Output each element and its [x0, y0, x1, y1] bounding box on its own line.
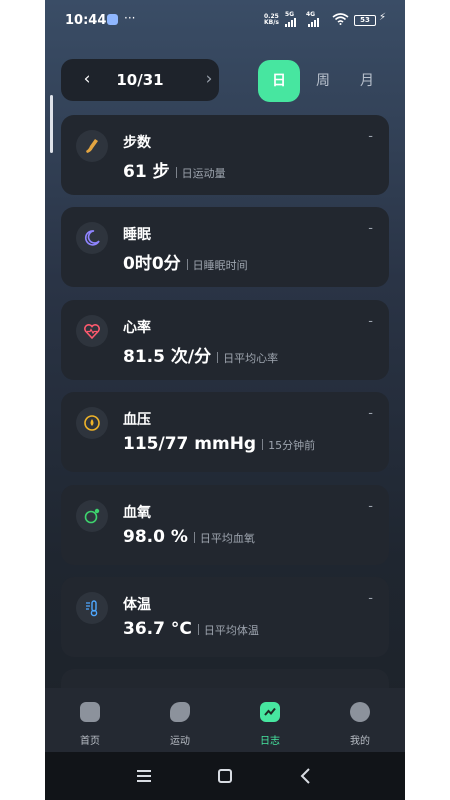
tab-month[interactable]: 月 — [346, 60, 388, 102]
status-bar: 10:44 ··· 0.25 KB/s 5G 4G 53 ⚡ — [45, 0, 405, 40]
card-dash: - — [368, 591, 373, 606]
battery-icon: 53 — [354, 15, 376, 26]
card-value: 61 步日运动量 — [123, 162, 226, 182]
charging-icon: ⚡ — [379, 12, 387, 23]
nav-label: 首页 — [80, 736, 100, 747]
system-nav-bar — [45, 752, 405, 800]
sport-icon — [170, 702, 190, 722]
bottom-nav: 首页 运动 日志 我的 — [45, 688, 405, 752]
network-speed: 0.25 KB/s — [264, 13, 279, 26]
card-dash: - — [368, 314, 373, 329]
card-title: 血氧 — [123, 505, 151, 521]
signal-5g-icon — [285, 15, 296, 27]
more-notifications-icon: ··· — [124, 11, 136, 25]
card-note: 日平均心率 — [217, 352, 278, 365]
tab-day[interactable]: 日 — [258, 60, 300, 102]
nav-label: 我的 — [350, 736, 370, 747]
heart-icon — [76, 315, 108, 347]
card-temperature[interactable]: 体温 36.7 °C 日平均体温 - — [61, 577, 389, 657]
card-title: 步数 — [123, 135, 151, 151]
card-note: 日平均体温 — [198, 624, 259, 637]
nav-item-home[interactable]: 首页 — [45, 688, 135, 752]
card-blood-oxygen[interactable]: 血氧 98.0 % 日平均血氧 - — [61, 485, 389, 565]
card-dash: - — [368, 221, 373, 236]
card-value: 36.7 °C 日平均体温 — [123, 619, 259, 639]
shoe-icon — [76, 130, 108, 162]
card-title: 睡眠 — [123, 227, 151, 243]
home-icon — [80, 702, 100, 722]
status-time: 10:44 — [65, 13, 107, 28]
card-dash: - — [368, 406, 373, 421]
wifi-icon — [332, 13, 349, 25]
nav-label: 运动 — [170, 736, 190, 747]
profile-icon — [350, 702, 370, 722]
card-value: 0时0分 日睡眠时间 — [123, 254, 248, 274]
tab-week[interactable]: 周 — [302, 60, 344, 102]
scroll-indicator[interactable] — [50, 95, 53, 153]
home-square-icon[interactable] — [210, 764, 240, 788]
card-value: 115/77 mmHg 15分钟前 — [123, 434, 316, 454]
card-title: 心率 — [123, 320, 151, 336]
moon-icon — [76, 222, 108, 254]
card-heart-rate[interactable]: 心率 81.5 次/分 日平均心率 - — [61, 300, 389, 380]
phone-screen: 10:44 ··· 0.25 KB/s 5G 4G 53 ⚡ ‹ 10/31 ›… — [45, 0, 405, 800]
card-note: 日睡眠时间 — [187, 259, 248, 272]
nav-label: 日志 — [260, 736, 280, 747]
card-dash: - — [368, 499, 373, 514]
card-value: 81.5 次/分 日平均心率 — [123, 347, 279, 367]
card-dash: - — [368, 129, 373, 144]
thermometer-icon — [76, 592, 108, 624]
card-steps[interactable]: 步数 61 步日运动量 - — [61, 115, 389, 195]
card-title: 体温 — [123, 597, 151, 613]
blood-drop-icon — [76, 407, 108, 439]
card-sleep[interactable]: 睡眠 0时0分 日睡眠时间 - — [61, 207, 389, 287]
nav-item-profile[interactable]: 我的 — [315, 688, 405, 752]
oxygen-icon — [76, 500, 108, 532]
log-chart-icon — [260, 702, 280, 722]
signal-4g-icon — [308, 15, 319, 27]
card-value: 98.0 % 日平均血氧 — [123, 527, 255, 547]
current-date: 10/31 — [116, 71, 164, 89]
next-date-button[interactable]: › — [199, 69, 219, 89]
card-note: 日运动量 — [176, 167, 226, 180]
menu-icon[interactable] — [129, 764, 159, 788]
card-note: 15分钟前 — [262, 439, 315, 452]
card-blood-pressure[interactable]: 血压 115/77 mmHg 15分钟前 - — [61, 392, 389, 472]
date-navigator: ‹ 10/31 › — [61, 59, 219, 101]
nav-item-log[interactable]: 日志 — [225, 688, 315, 752]
card-note: 日平均血氧 — [194, 532, 255, 545]
back-icon[interactable] — [291, 764, 321, 788]
nav-item-sport[interactable]: 运动 — [135, 688, 225, 752]
card-title: 血压 — [123, 412, 151, 428]
notification-app-icon — [107, 14, 118, 25]
